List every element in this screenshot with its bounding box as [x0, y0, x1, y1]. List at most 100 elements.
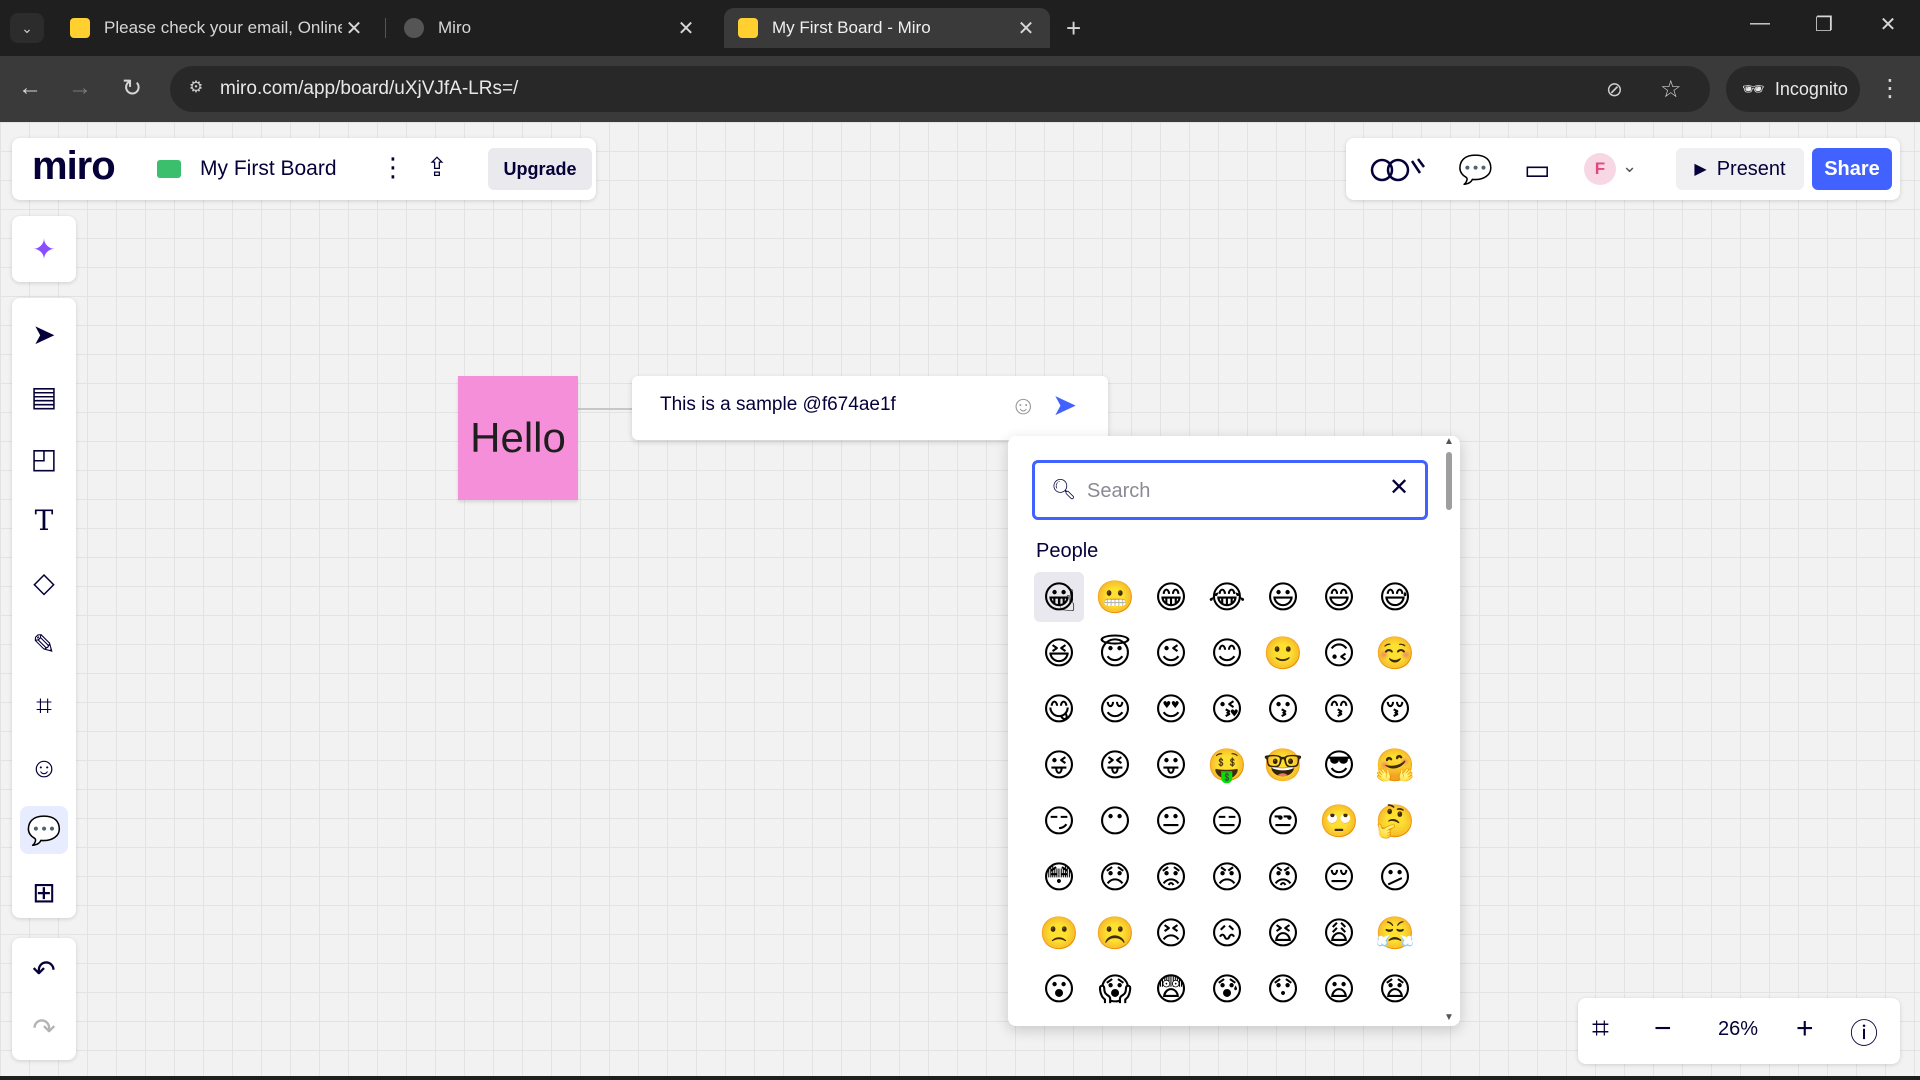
emoji-button[interactable]: 😇	[1090, 628, 1140, 678]
video-call-icon[interactable]: ▭	[1524, 153, 1550, 186]
chevron-down-icon[interactable]: ⌄	[1622, 156, 1637, 177]
close-tab-icon[interactable]: ✕	[342, 16, 366, 41]
emoji-button[interactable]: 🙄	[1314, 796, 1364, 846]
emoji-button[interactable]: 😡	[1258, 852, 1308, 902]
sticky-note[interactable]: Hello	[458, 376, 578, 500]
address-bar[interactable]: ⚙ miro.com/app/board/uXjVJfA-LRs=/ ⊘ ☆	[170, 66, 1710, 112]
emoji-button[interactable]: 😔	[1314, 852, 1364, 902]
redo-icon[interactable]: ↷	[20, 1004, 68, 1052]
emoji-button[interactable]: 😑	[1202, 796, 1252, 846]
emoji-button[interactable]: 😖	[1202, 908, 1252, 958]
templates-icon[interactable]: ▤	[20, 372, 68, 420]
emoji-button[interactable]: 🤑	[1202, 740, 1252, 790]
emoji-button[interactable]: 😠	[1202, 852, 1252, 902]
emoji-scrollbar[interactable]	[1446, 452, 1452, 510]
emoji-button[interactable]: 😃	[1258, 572, 1308, 622]
browser-menu-icon[interactable]: ⋮	[1878, 74, 1902, 103]
help-icon[interactable]: ⓘ	[1850, 1012, 1878, 1052]
bookmark-star-icon[interactable]: ☆	[1660, 75, 1682, 104]
emoji-button[interactable]: 😧	[1370, 964, 1420, 1014]
emoji-button[interactable]: 😆	[1034, 628, 1084, 678]
tab-miro[interactable]: Miro ✕	[390, 8, 710, 48]
emoji-button[interactable]: 😂	[1202, 572, 1252, 622]
comment-input[interactable]: This is a sample @f674ae1f	[660, 394, 896, 416]
close-tab-icon[interactable]: ✕	[674, 16, 698, 41]
emoji-button[interactable]: 😬	[1090, 572, 1140, 622]
emoji-button[interactable]: 😨	[1146, 964, 1196, 1014]
upgrade-button[interactable]: Upgrade	[488, 148, 592, 190]
emoji-button[interactable]: 😊	[1202, 628, 1252, 678]
user-avatar[interactable]: F	[1584, 153, 1616, 185]
emoji-button[interactable]: 😛	[1146, 740, 1196, 790]
emoji-button[interactable]: 😞	[1090, 852, 1140, 902]
text-tool-icon[interactable]: T	[20, 496, 68, 544]
emoji-button[interactable]: 🙂	[1258, 628, 1308, 678]
emoji-button[interactable]: 😍	[1146, 684, 1196, 734]
board-canvas[interactable]	[0, 122, 1920, 1080]
emoji-button[interactable]: 😄	[1314, 572, 1364, 622]
emoji-button[interactable]: 😮	[1034, 964, 1084, 1014]
frame-icon[interactable]: ⌗	[20, 682, 68, 730]
restore-icon[interactable]: ❐	[1804, 12, 1844, 37]
tab-my-first-board[interactable]: My First Board - Miro ✕	[724, 8, 1050, 48]
forward-arrow-icon[interactable]: →	[64, 74, 96, 102]
emoji-button[interactable]: 😫	[1258, 908, 1308, 958]
scroll-up-icon[interactable]: ▲	[1444, 436, 1454, 447]
emoji-button[interactable]: 😋	[1034, 684, 1084, 734]
emoji-button[interactable]: 😅	[1370, 572, 1420, 622]
undo-icon[interactable]: ↶	[20, 946, 68, 994]
sticky-note-icon[interactable]: ◰	[20, 434, 68, 482]
add-emoji-icon[interactable]: ☺	[1010, 390, 1037, 421]
comments-icon[interactable]: 💬	[1458, 153, 1493, 186]
send-icon[interactable]: ➤	[1052, 388, 1077, 423]
incognito-badge[interactable]: 🕶 Incognito	[1726, 66, 1860, 112]
emoji-button[interactable]: 😘	[1202, 684, 1252, 734]
emoji-button[interactable]: 😶	[1090, 796, 1140, 846]
emoji-button[interactable]: 😯	[1258, 964, 1308, 1014]
comment-tool-icon[interactable]: 💬	[20, 806, 68, 854]
emoji-button[interactable]: 🙁	[1034, 908, 1084, 958]
emoji-button[interactable]: 😉	[1146, 628, 1196, 678]
ai-sparkle-icon[interactable]: ✦	[20, 225, 68, 273]
emoji-button[interactable]: 😎	[1314, 740, 1364, 790]
emoji-button[interactable]: 😁	[1146, 572, 1196, 622]
share-button[interactable]: Share	[1812, 148, 1892, 190]
emoji-button[interactable]: ☺️	[1370, 628, 1420, 678]
emoji-button[interactable]: 😜	[1034, 740, 1084, 790]
site-info-icon[interactable]: ⚙	[184, 77, 208, 101]
new-tab-button[interactable]: +	[1066, 14, 1081, 42]
zoom-in-icon[interactable]: +	[1796, 1012, 1814, 1046]
emoji-button[interactable]: 😙	[1314, 684, 1364, 734]
zoom-out-icon[interactable]: −	[1654, 1012, 1672, 1046]
emoji-button[interactable]: 🤗	[1370, 740, 1420, 790]
emoji-button[interactable]: 😌	[1090, 684, 1140, 734]
tab-search-button[interactable]: ⌄	[10, 13, 44, 43]
minimize-icon[interactable]: —	[1740, 12, 1780, 35]
reload-icon[interactable]: ↻	[116, 74, 148, 103]
scroll-down-icon[interactable]: ▼	[1444, 1012, 1454, 1023]
fit-to-screen-icon[interactable]: ⌗	[1592, 1012, 1609, 1046]
stickers-icon[interactable]: ☺	[20, 744, 68, 792]
emoji-search-input[interactable]	[1085, 473, 1389, 509]
emoji-button[interactable]: 😩	[1314, 908, 1364, 958]
reactions-icon[interactable]	[1368, 153, 1428, 192]
back-arrow-icon[interactable]: ←	[14, 74, 46, 102]
clear-search-icon[interactable]: ✕	[1389, 473, 1409, 502]
more-apps-icon[interactable]: ⊞	[20, 868, 68, 916]
emoji-button[interactable]: 😣	[1146, 908, 1196, 958]
board-name[interactable]: My First Board	[200, 157, 337, 181]
emoji-button[interactable]: ☹️	[1090, 908, 1140, 958]
emoji-button[interactable]: 😤	[1370, 908, 1420, 958]
emoji-button[interactable]: 😳	[1034, 852, 1084, 902]
pen-icon[interactable]: ✎	[20, 620, 68, 668]
emoji-button[interactable]: 😐	[1146, 796, 1196, 846]
emoji-button[interactable]: 🙃	[1314, 628, 1364, 678]
emoji-button[interactable]: 😏	[1034, 796, 1084, 846]
miro-logo[interactable]: miro	[32, 144, 116, 189]
close-tab-icon[interactable]: ✕	[1014, 16, 1038, 41]
board-menu-icon[interactable]: ⋮	[380, 152, 406, 183]
emoji-button[interactable]: 🤔	[1370, 796, 1420, 846]
emoji-button[interactable]: 😱	[1090, 964, 1140, 1014]
emoji-button[interactable]: 🤓	[1258, 740, 1308, 790]
emoji-button[interactable]: 😒	[1258, 796, 1308, 846]
